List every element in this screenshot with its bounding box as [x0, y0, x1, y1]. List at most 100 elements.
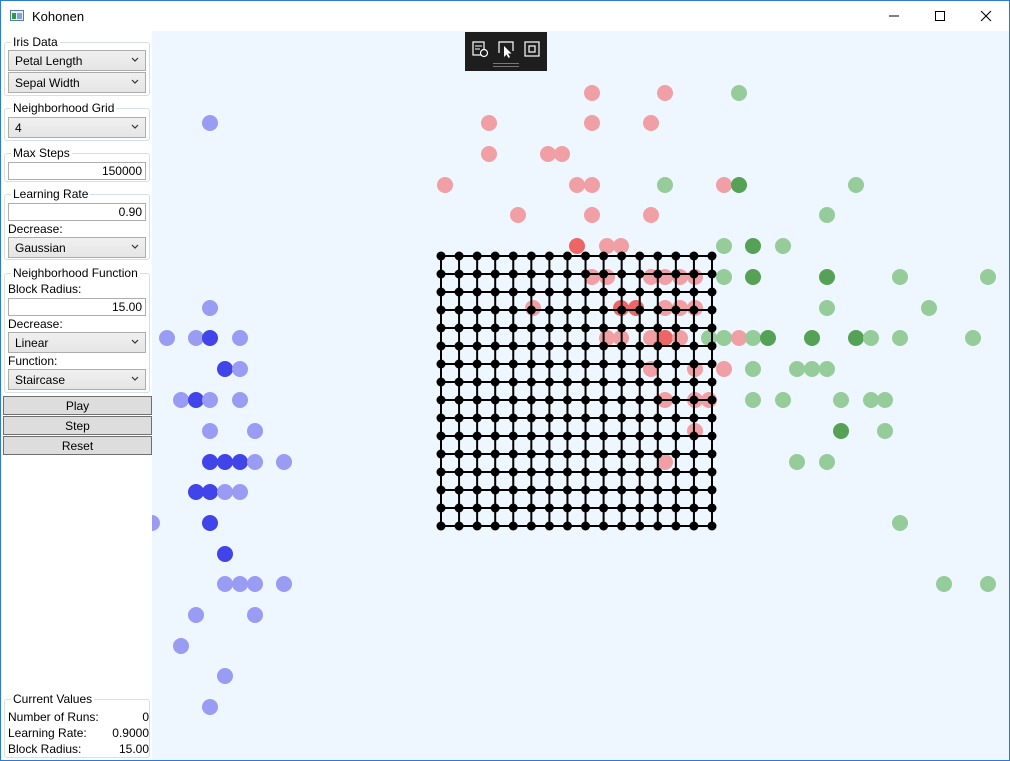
data-point [819, 269, 835, 285]
lattice-node [635, 323, 645, 333]
lattice-node [526, 395, 536, 405]
lattice-node [653, 413, 663, 423]
lattice-node [526, 251, 536, 261]
data-point [217, 576, 233, 592]
lattice-node [599, 521, 609, 531]
data-point [892, 515, 908, 531]
lattice-node [689, 521, 699, 531]
lattice-node [653, 449, 663, 459]
lattice-node [599, 251, 609, 261]
data-point [731, 177, 747, 193]
data-point [247, 423, 263, 439]
lattice-node [689, 305, 699, 315]
lattice-node [508, 269, 518, 279]
group-label: Neighborhood Function [11, 266, 140, 280]
lattice-node [436, 521, 446, 531]
lattice-node [617, 449, 627, 459]
lattice-node [508, 449, 518, 459]
lattice-node [454, 431, 464, 441]
x-field-select[interactable]: Petal Length [8, 50, 146, 71]
block-radius-input[interactable]: 15.00 [8, 298, 146, 316]
lattice-node [707, 305, 717, 315]
step-button[interactable]: Step [3, 416, 152, 435]
lattice-node [707, 341, 717, 351]
lattice-node [508, 359, 518, 369]
data-point [745, 269, 761, 285]
data-point [760, 330, 776, 346]
title-bar[interactable]: Kohonen [1, 1, 1009, 31]
window-title: Kohonen [32, 9, 85, 24]
lattice-node [472, 305, 482, 315]
lattice-node [526, 503, 536, 513]
lattice-node [581, 305, 591, 315]
lattice-node [490, 323, 500, 333]
lattice-node [635, 305, 645, 315]
lattice-node [490, 305, 500, 315]
control-panel: Iris Data Petal Length Sepal Width Neigh… [1, 31, 152, 760]
select-element-button[interactable] [496, 39, 516, 59]
lattice-node [454, 377, 464, 387]
lattice-node [617, 485, 627, 495]
maximize-button[interactable] [917, 1, 963, 31]
radius-decrease-select[interactable]: Linear [8, 332, 146, 353]
lattice-node [617, 287, 627, 297]
lattice-node [671, 287, 681, 297]
learning-rate-input[interactable]: 0.90 [8, 203, 146, 221]
kohonen-canvas[interactable] [152, 31, 1009, 760]
lattice-node [617, 467, 627, 477]
data-point [936, 576, 952, 592]
lattice-node [653, 503, 663, 513]
function-select[interactable]: Staircase [8, 369, 146, 390]
lattice-node [635, 251, 645, 261]
display-layout-adorners-button[interactable] [522, 39, 542, 59]
lattice-node [526, 485, 536, 495]
iris-data-group: Iris Data Petal Length Sepal Width [4, 35, 150, 96]
lattice-node [508, 467, 518, 477]
lattice-node [436, 431, 446, 441]
group-label: Iris Data [11, 35, 60, 49]
y-field-select[interactable]: Sepal Width [8, 72, 146, 93]
lattice-node [472, 395, 482, 405]
lattice-node [599, 449, 609, 459]
lattice-node [562, 269, 572, 279]
close-button[interactable] [963, 1, 1009, 31]
lattice-node [454, 305, 464, 315]
lattice-node [454, 485, 464, 495]
data-point [775, 392, 791, 408]
data-point [217, 454, 233, 470]
data-point [716, 269, 732, 285]
toolbar-grip[interactable] [493, 63, 519, 67]
lattice-node [599, 269, 609, 279]
minimize-button[interactable] [871, 1, 917, 31]
play-button[interactable]: Play [3, 396, 152, 415]
lattice-node [599, 287, 609, 297]
grid-size-select[interactable]: 4 [8, 117, 146, 138]
lattice-node [562, 359, 572, 369]
learning-rate-decrease-select[interactable]: Gaussian [8, 237, 146, 258]
lattice-node [599, 431, 609, 441]
lattice-node [707, 395, 717, 405]
lattice-node [454, 269, 464, 279]
lattice-node [454, 395, 464, 405]
lattice-node [472, 251, 482, 261]
lattice-node [490, 521, 500, 531]
max-steps-input[interactable]: 150000 [8, 162, 146, 180]
lattice-node [671, 395, 681, 405]
lattice-node [653, 521, 663, 531]
lattice-node [454, 341, 464, 351]
lattice-node [472, 287, 482, 297]
lattice-node [454, 359, 464, 369]
live-visual-tree-button[interactable] [470, 39, 490, 59]
lattice-node [581, 287, 591, 297]
data-point [921, 300, 937, 316]
lattice-node [454, 521, 464, 531]
lattice-node [436, 395, 446, 405]
lattice-node [454, 287, 464, 297]
data-point [848, 177, 864, 193]
reset-button[interactable]: Reset [3, 436, 152, 455]
lattice-node [707, 521, 717, 531]
data-point [819, 361, 835, 377]
lattice-node [436, 449, 446, 459]
function-label: Function: [8, 354, 58, 368]
data-point [892, 330, 908, 346]
